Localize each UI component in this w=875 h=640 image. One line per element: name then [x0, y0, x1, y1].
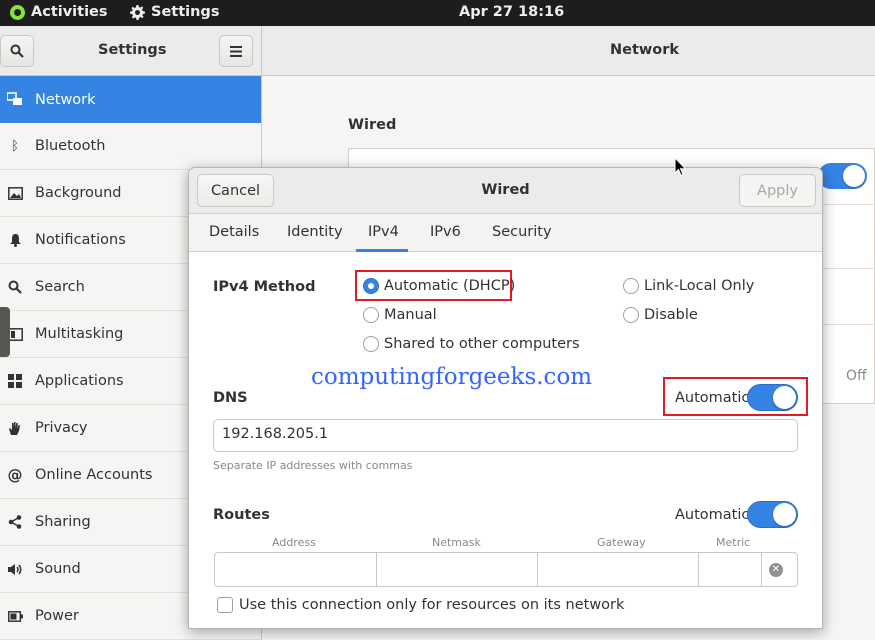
radio-icon: [363, 307, 379, 323]
only-local-label: Use this connection only for resources o…: [239, 597, 625, 613]
apply-button[interactable]: Apply: [739, 174, 816, 207]
sidebar-item-label: Search: [35, 279, 85, 295]
divider: [822, 268, 875, 269]
page-title: Network: [610, 42, 680, 58]
bluetooth-icon: ᛒ: [11, 138, 19, 154]
sidebar-title: Settings: [98, 42, 167, 58]
dns-label: DNS: [213, 390, 248, 406]
app-menu[interactable]: Settings: [130, 4, 219, 20]
search-icon: [7, 279, 23, 295]
sidebar-item-label: Network: [35, 91, 96, 108]
route-row: [214, 552, 798, 587]
dns-automatic-toggle[interactable]: [747, 384, 798, 411]
dialog-headerbar: Cancel Wired Apply: [189, 168, 822, 214]
app-menu-label: Settings: [151, 4, 220, 20]
power-icon: [7, 608, 23, 624]
mouse-cursor-icon: [674, 157, 687, 177]
ipv4-method-label: IPv4 Method: [213, 279, 316, 295]
sidebar-item-label: Sharing: [35, 514, 91, 530]
bell-icon: [7, 232, 23, 248]
sidebar-item-label: Sound: [35, 561, 81, 577]
routes-automatic-toggle[interactable]: [747, 501, 798, 528]
clock[interactable]: Apr 27 18:16: [459, 4, 564, 20]
fedora-logo-icon: [10, 4, 25, 20]
active-tab-indicator: [356, 249, 408, 252]
dialog-title: Wired: [481, 182, 530, 198]
method-manual[interactable]: Manual: [363, 307, 437, 323]
route-netmask-input[interactable]: [377, 553, 538, 586]
hamburger-icon: [230, 45, 242, 57]
dns-automatic-label: Automatic: [675, 390, 750, 406]
sidebar-item-label: Multitasking: [35, 326, 124, 342]
sidebar-item-label: Applications: [35, 373, 124, 389]
share-icon: [7, 514, 23, 530]
route-metric-input[interactable]: [699, 553, 762, 586]
background-icon: [7, 185, 23, 201]
wired-section-title: Wired: [348, 117, 397, 133]
method-shared-label: Shared to other computers: [384, 336, 580, 352]
dialog-tabs: Details Identity IPv4 IPv6 Security: [189, 214, 822, 252]
route-address-input[interactable]: [215, 553, 377, 586]
gear-icon: [130, 4, 145, 20]
sidebar-item-label: Bluetooth: [35, 138, 106, 154]
applications-icon: [7, 373, 23, 389]
menu-button[interactable]: [219, 35, 253, 67]
method-link-local[interactable]: Link-Local Only: [623, 278, 754, 294]
tab-identity[interactable]: Identity: [287, 224, 343, 240]
method-link-local-label: Link-Local Only: [644, 278, 755, 294]
tab-ipv4[interactable]: IPv4: [368, 224, 399, 240]
sidebar-item-label: Background: [35, 185, 122, 201]
method-manual-label: Manual: [384, 307, 437, 323]
main-headerbar: Network: [261, 26, 875, 76]
search-button[interactable]: [0, 35, 34, 67]
watermark: computingforgeeks.com: [311, 364, 593, 390]
sidebar-item-label: Power: [35, 608, 79, 624]
tab-details[interactable]: Details: [209, 224, 259, 240]
sidebar-item-label: Privacy: [35, 420, 88, 436]
proxy-status: Off: [846, 368, 867, 384]
top-bar: Activities Settings Apr 27 18:16: [0, 0, 875, 26]
sidebar-resize-handle[interactable]: [0, 307, 10, 357]
route-column-header: Address: [272, 536, 316, 549]
method-disable-label: Disable: [644, 307, 698, 323]
method-automatic-label: Automatic (DHCP): [384, 278, 516, 294]
method-automatic[interactable]: Automatic (DHCP): [363, 278, 515, 294]
method-disable[interactable]: Disable: [623, 307, 698, 323]
activities-label: Activities: [31, 4, 108, 20]
dns-hint: Separate IP addresses with commas: [213, 459, 413, 472]
route-column-header: Metric: [716, 536, 751, 549]
dns-input[interactable]: 192.168.205.1: [213, 419, 798, 452]
route-column-header: Gateway: [597, 536, 646, 549]
checkbox-icon[interactable]: [217, 597, 233, 613]
tab-ipv6[interactable]: IPv6: [430, 224, 461, 240]
activities-button[interactable]: Activities: [10, 4, 108, 20]
tab-security[interactable]: Security: [492, 224, 552, 240]
sidebar-item-label: Online Accounts: [35, 467, 153, 483]
routes-label: Routes: [213, 507, 270, 523]
radio-icon: [363, 336, 379, 352]
delete-route-icon[interactable]: ✕: [769, 563, 783, 577]
network-icon: [7, 91, 23, 107]
method-shared[interactable]: Shared to other computers: [363, 336, 580, 352]
route-column-header: Netmask: [432, 536, 481, 549]
sidebar-item-network[interactable]: Network: [0, 76, 261, 123]
sidebar-headerbar: Settings: [0, 26, 261, 76]
at-icon: @: [7, 466, 23, 484]
sidebar-item-label: Notifications: [35, 232, 126, 248]
only-local-checkbox-row[interactable]: Use this connection only for resources o…: [217, 597, 624, 613]
search-icon: [10, 44, 24, 58]
radio-selected-icon: [363, 278, 379, 294]
divider: [822, 324, 875, 325]
route-gateway-input[interactable]: [538, 553, 699, 586]
speaker-icon: [7, 561, 23, 577]
divider: [822, 204, 875, 205]
sidebar-item-bluetooth[interactable]: ᛒ Bluetooth: [0, 123, 261, 170]
wired-dialog: Cancel Wired Apply Details Identity IPv4…: [188, 167, 823, 629]
routes-automatic-label: Automatic: [675, 507, 750, 523]
hand-icon: [7, 420, 23, 436]
radio-icon: [623, 278, 639, 294]
radio-icon: [623, 307, 639, 323]
wired-toggle[interactable]: [818, 163, 867, 189]
